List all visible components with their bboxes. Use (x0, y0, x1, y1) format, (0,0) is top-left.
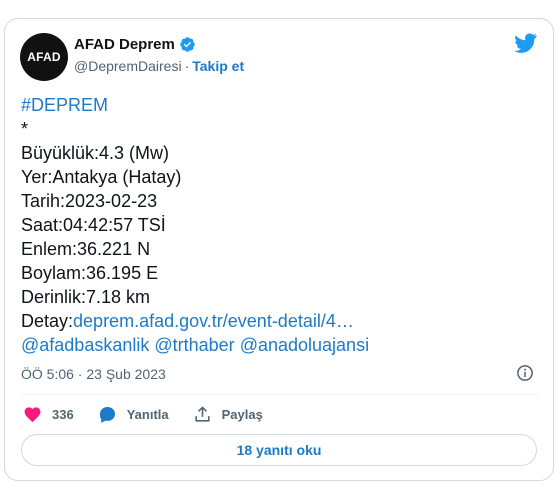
heart-icon (24, 406, 41, 422)
twitter-bird-icon[interactable] (514, 33, 537, 53)
avatar-text: AFAD (27, 50, 61, 64)
info-icon[interactable] (516, 364, 534, 382)
share-icon (195, 406, 210, 422)
mention-link[interactable]: @trthaber (154, 335, 234, 355)
account-name-row: AFAD Deprem (74, 36, 196, 53)
like-button[interactable]: 336 (23, 405, 74, 424)
like-count: 336 (52, 406, 74, 422)
tweet-line: * (21, 119, 29, 139)
mention-link[interactable]: @anadoluajansi (240, 335, 369, 355)
latitude-line: Enlem:36.221 N (21, 239, 151, 259)
reply-button[interactable]: Yanıtla (98, 405, 169, 424)
mention-link[interactable]: @afadbaskanlik (21, 335, 149, 355)
handle-row: @DepremDairesi · Takip et (74, 58, 244, 74)
magnitude-line: Büyüklük:4.3 (Mw) (21, 143, 170, 163)
tweet-text: #DEPREM * Büyüklük:4.3 (Mw) Yer:Antakya … (21, 93, 531, 357)
follow-button[interactable]: Takip et (192, 58, 244, 74)
read-replies-label: 18 yanıtı oku (236, 442, 322, 458)
account-name[interactable]: AFAD Deprem (74, 36, 175, 53)
share-button[interactable]: Paylaş (193, 405, 263, 424)
reply-bubble-icon (99, 406, 115, 423)
separator: · (184, 58, 190, 74)
date-line: Tarih:2023-02-23 (21, 191, 158, 211)
time-line: Saat:04:42:57 TSİ (21, 215, 166, 235)
read-replies-button[interactable]: 18 yanıtı oku (21, 434, 537, 466)
divider (21, 394, 539, 395)
location-line: Yer:Antakya (Hatay) (21, 167, 182, 187)
longitude-line: Boylam:36.195 E (21, 263, 159, 283)
depth-line: Derinlik:7.18 km (21, 287, 151, 307)
share-label: Paylaş (221, 406, 263, 422)
mentions-line: @afadbaskanlik @trthaber @anadoluajansi (21, 333, 531, 357)
reply-label: Yanıtla (126, 406, 169, 422)
action-bar: 336 Yanıtla Paylaş (23, 402, 287, 426)
detail-label: Detay: (21, 311, 74, 331)
verified-badge-icon (180, 37, 195, 52)
hashtag-link[interactable]: #DEPREM (21, 93, 531, 117)
detail-line: Detay:deprem.afad.gov.tr/event-detail/4… (21, 309, 531, 333)
tweet-timestamp[interactable]: ÖÖ 5:06 · 23 Şub 2023 (21, 366, 166, 382)
avatar[interactable]: AFAD (20, 33, 68, 81)
account-handle[interactable]: @DepremDairesi (74, 58, 182, 74)
detail-link[interactable]: deprem.afad.gov.tr/event-detail/4… (73, 311, 354, 331)
